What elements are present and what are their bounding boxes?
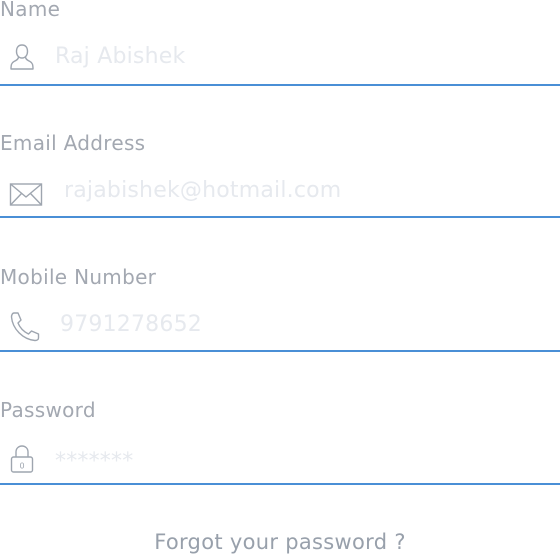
password-field: Password 0 ******* xyxy=(0,395,560,487)
name-field: Name Raj Abishek xyxy=(0,0,560,88)
mobile-label: Mobile Number xyxy=(0,265,157,289)
svg-text:0: 0 xyxy=(19,462,24,471)
phone-icon xyxy=(10,312,40,342)
envelope-icon xyxy=(9,183,43,206)
mobile-field: Mobile Number 9791278652 xyxy=(0,262,560,354)
email-input[interactable]: rajabishek@hotmail.com xyxy=(0,170,560,218)
password-value: ******* xyxy=(55,449,134,474)
email-label: Email Address xyxy=(0,131,146,155)
signup-form: Name Raj Abishek Email Address rajabishe… xyxy=(0,0,560,558)
user-icon xyxy=(10,44,34,70)
name-input[interactable]: Raj Abishek xyxy=(0,36,560,86)
password-input[interactable]: 0 ******* xyxy=(0,437,560,485)
forgot-password-link[interactable]: Forgot your password ? xyxy=(0,530,560,554)
name-label: Name xyxy=(0,0,61,21)
mobile-input[interactable]: 9791278652 xyxy=(0,304,560,352)
name-value: Raj Abishek xyxy=(55,44,186,69)
mobile-value: 9791278652 xyxy=(60,312,202,337)
email-field: Email Address rajabishek@hotmail.com xyxy=(0,128,560,220)
password-label: Password xyxy=(0,398,96,422)
email-value: rajabishek@hotmail.com xyxy=(64,178,342,203)
lock-icon: 0 xyxy=(10,445,34,473)
